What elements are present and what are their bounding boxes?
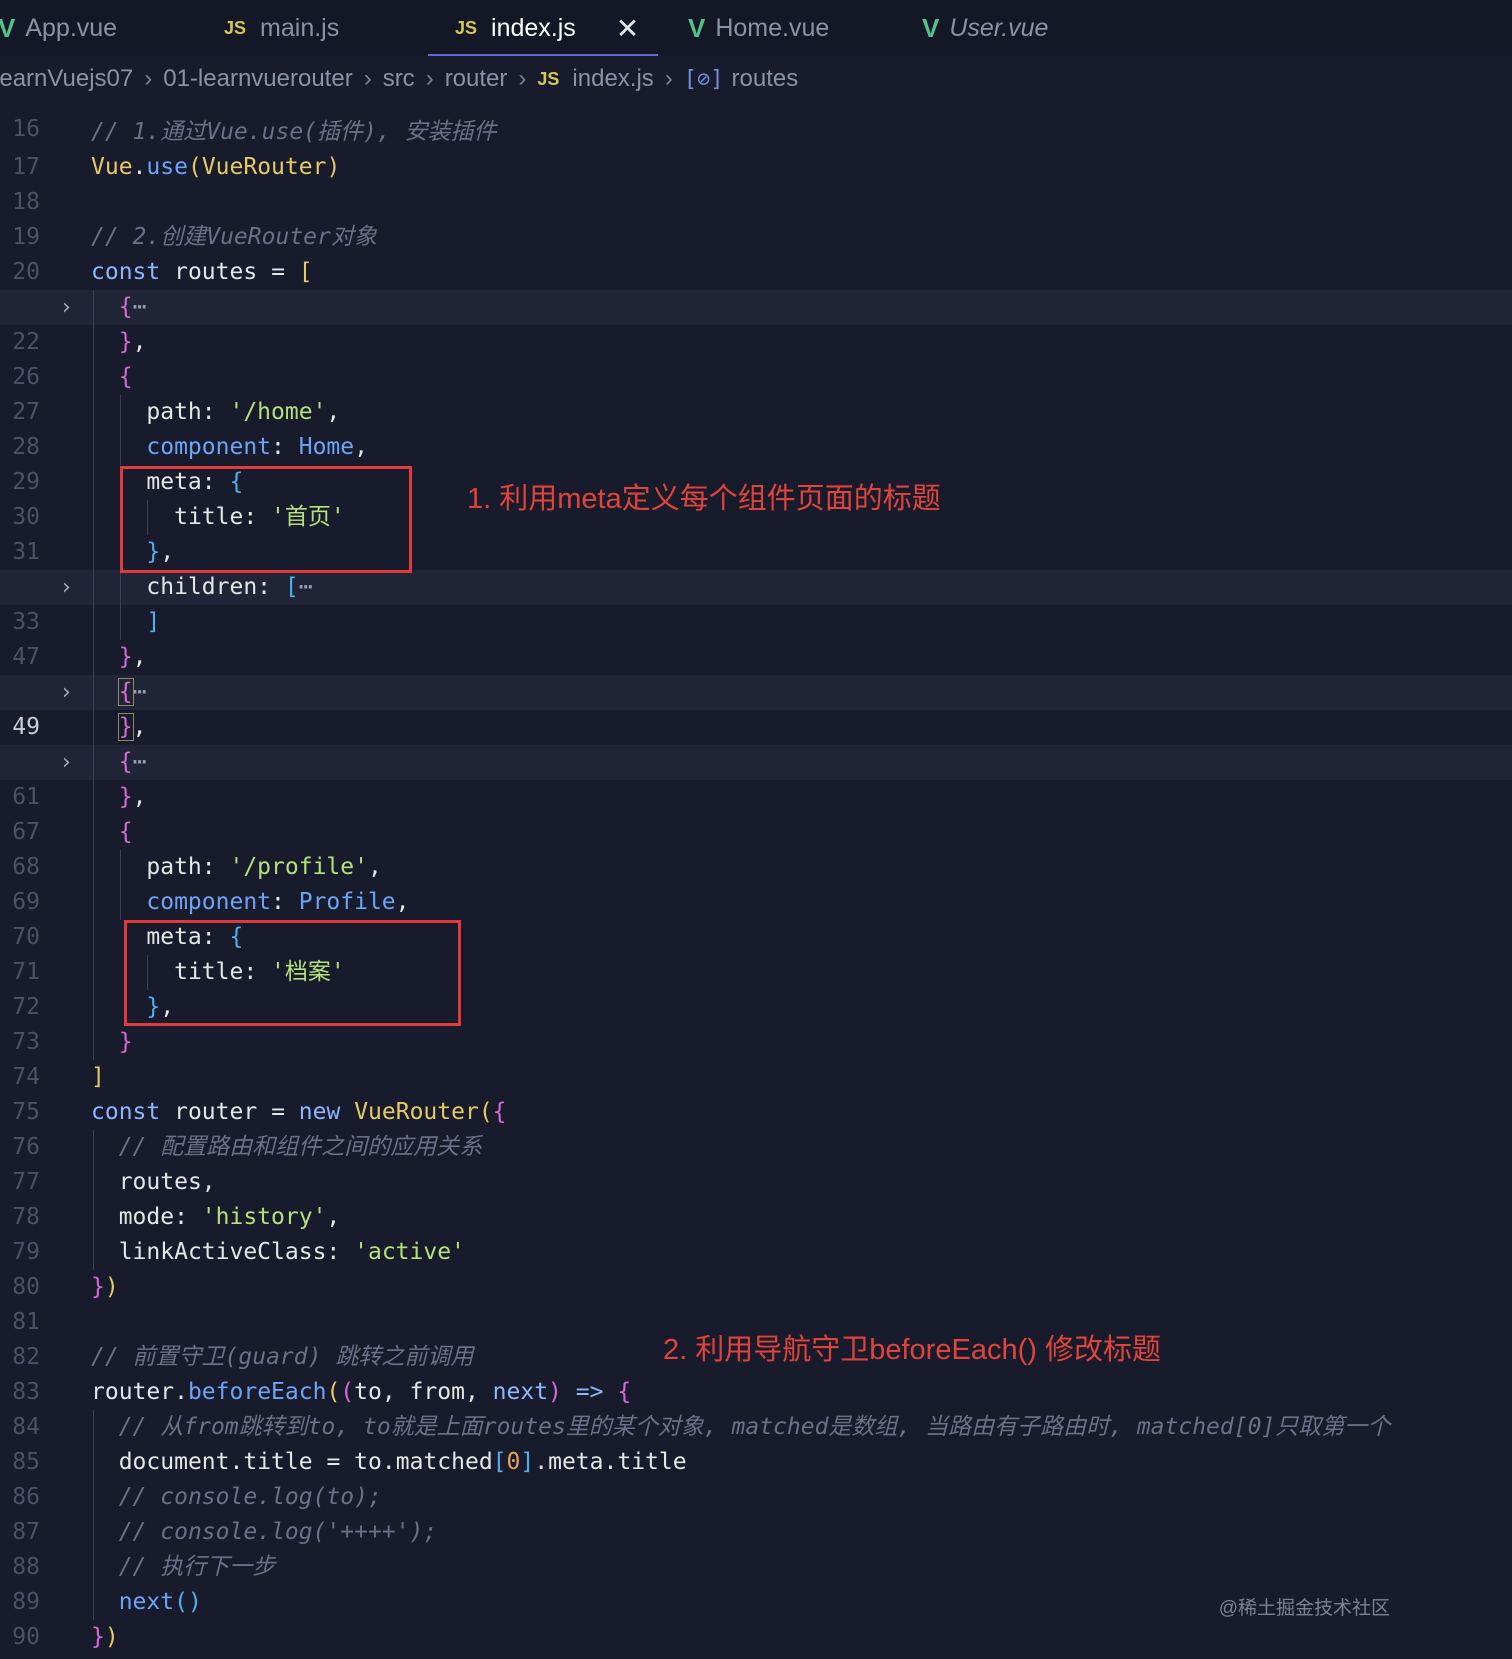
code-line: 60 },	[0, 710, 1512, 775]
code-line: 84 router.beforeEach((to, from, next) =>…	[0, 1375, 1512, 1440]
code-text: document.title = to.matched[0].meta.titl…	[118, 1449, 687, 1475]
code-line: 87 // console.log(to);	[0, 1480, 1512, 1545]
code-text: })	[91, 1624, 119, 1650]
code-line: 74 }	[0, 1025, 1512, 1090]
code-text: },	[118, 784, 147, 810]
code-text: // 从from跳转到to, to就是上面routes里的某个对象, match…	[118, 1414, 1391, 1440]
code-line: 76 const router = new VueRouter({	[0, 1095, 1512, 1160]
code-text: next()	[118, 1589, 202, 1615]
code-line: 80 linkActiveClass: 'active'	[0, 1235, 1512, 1300]
tab-app-vue[interactable]: V App.vue	[0, 0, 117, 56]
code-text: Vue.use(VueRouter)	[91, 154, 341, 180]
code-line: 22 › {⋯	[0, 290, 1512, 355]
line-number: 91	[0, 1655, 40, 1659]
code-text: // console.log(to);	[118, 1484, 382, 1510]
code-comment: // 2.创建VueRouter对象	[91, 224, 377, 250]
code-line: 16	[0, 77, 1512, 142]
code-line: 19	[0, 185, 1512, 250]
code-line: 47 ]	[0, 605, 1512, 670]
js-icon: JS	[455, 17, 478, 38]
tab-label: index.js	[491, 13, 576, 42]
code-line: 27 {	[0, 360, 1512, 425]
code-line: 86 document.title = to.matched[0].meta.t…	[0, 1445, 1512, 1510]
tab-main-js[interactable]: JS main.js	[224, 0, 339, 56]
code-text: router.beforeEach((to, from, next) => {	[91, 1379, 632, 1405]
tab-label: User.vue	[949, 13, 1049, 42]
code-line: 79 mode: 'history',	[0, 1200, 1512, 1265]
tab-index-js[interactable]: JS index.js ✕	[428, 0, 658, 56]
chevron-right-icon[interactable]: ›	[62, 570, 71, 605]
code-line: 69 path: '/profile',	[0, 850, 1512, 915]
code-text: ]	[91, 1064, 105, 1090]
code-line: 18 Vue.use(VueRouter)	[0, 150, 1512, 215]
code-text: }	[118, 1029, 133, 1055]
code-text: // 配置路由和组件之间的应用关系	[118, 1134, 483, 1160]
code-line: 21 const routes = [	[0, 255, 1512, 320]
close-icon[interactable]: ✕	[616, 12, 639, 45]
code-text: component: Home,	[146, 434, 368, 460]
tab-label: App.vue	[25, 13, 118, 42]
vue-icon: V	[688, 12, 706, 43]
code-line: 78 routes,	[0, 1165, 1512, 1230]
code-line: 29 component: Home,	[0, 430, 1512, 495]
code-text: ]	[146, 609, 161, 635]
code-line: 88 // console.log('++++');	[0, 1515, 1512, 1580]
code-text: },	[118, 644, 147, 670]
code-line: 67 },	[0, 780, 1512, 845]
code-line: 20 // 2.创建VueRouter对象	[0, 220, 1512, 285]
code-text: {⋯	[117, 678, 147, 706]
code-line: 33 › children: [⋯	[0, 570, 1512, 635]
tab-user-vue[interactable]: V User.vue	[922, 0, 1048, 56]
code-line: 61 › {⋯	[0, 745, 1512, 810]
code-text: linkActiveClass: 'active'	[118, 1239, 465, 1265]
code-line: 48 },	[0, 640, 1512, 705]
js-icon: JS	[224, 17, 247, 38]
chevron-right-icon[interactable]: ›	[62, 290, 71, 325]
code-text: mode: 'history',	[118, 1204, 341, 1230]
code-line: 85 // 从from跳转到to, to就是上面routes里的某个对象, ma…	[0, 1410, 1512, 1475]
vue-icon: V	[0, 12, 16, 43]
annotation-text: 1. 利用meta定义每个组件页面的标题	[467, 483, 941, 515]
code-line: 17 // 1.通过Vue.use(插件), 安装插件	[0, 115, 1512, 180]
chevron-right-icon[interactable]: ›	[62, 745, 71, 780]
code-text: routes,	[118, 1169, 216, 1195]
annotation-text: 2. 利用导航守卫beforeEach() 修改标题	[663, 1334, 1161, 1366]
code-line: 77 // 配置路由和组件之间的应用关系	[0, 1130, 1512, 1195]
code-text: },	[118, 329, 147, 355]
tab-label: main.js	[260, 13, 340, 42]
watermark: @稀土掘金技术社区	[1218, 1598, 1390, 1619]
code-line: 68 {	[0, 815, 1512, 880]
code-line: 70 component: Profile,	[0, 885, 1512, 950]
code-text: const router = new VueRouter({	[91, 1099, 507, 1125]
code-text: })	[91, 1274, 119, 1300]
code-text: path: '/profile',	[146, 854, 382, 880]
annotation-box	[120, 466, 412, 573]
code-text: {⋯	[118, 294, 147, 320]
code-comment: // 1.通过Vue.use(插件), 安装插件	[91, 119, 497, 145]
code-text: children: [⋯	[146, 574, 313, 600]
code-text: // 执行下一步	[118, 1554, 276, 1580]
editor-tab-bar: V App.vue JS main.js JS index.js ✕ V Hom…	[0, 0, 1512, 56]
code-line: 89 // 执行下一步	[0, 1550, 1512, 1615]
chevron-right-icon[interactable]: ›	[62, 675, 71, 710]
code-text: {⋯	[118, 749, 147, 775]
code-line: 49 › {⋯	[0, 675, 1512, 740]
code-text: const routes = [	[91, 259, 313, 285]
code-text: component: Profile,	[146, 889, 410, 915]
vue-icon: V	[922, 12, 940, 43]
annotation-box	[124, 920, 461, 1026]
code-line: 81 })	[0, 1270, 1512, 1335]
code-text: path: '/home',	[146, 399, 341, 425]
code-line: 91 })	[0, 1620, 1512, 1655]
code-line: 28 path: '/home',	[0, 395, 1512, 460]
code-text: // console.log('++++');	[118, 1519, 438, 1545]
code-line: 75 ]	[0, 1060, 1512, 1125]
code-text: {	[118, 819, 133, 845]
code-text: {	[118, 364, 133, 390]
code-comment: // 前置守卫(guard) 跳转之前调用	[91, 1344, 474, 1370]
code-text: },	[117, 713, 147, 741]
tab-home-vue[interactable]: V Home.vue	[688, 0, 829, 56]
code-line: 26 },	[0, 325, 1512, 390]
tab-label: Home.vue	[715, 13, 830, 42]
